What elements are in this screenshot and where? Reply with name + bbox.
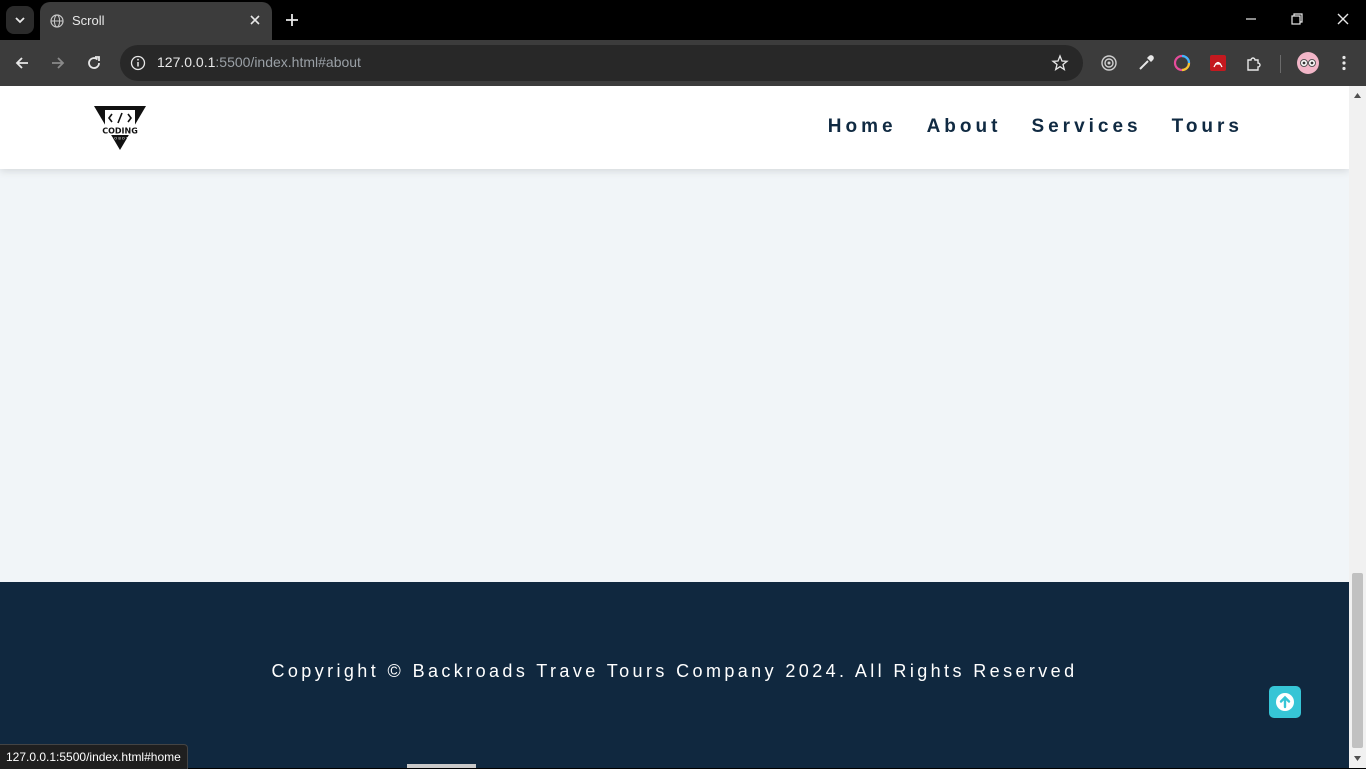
nav-link-tours[interactable]: Tours xyxy=(1172,116,1243,138)
tab-title: Scroll xyxy=(72,13,105,28)
nav-link-home[interactable]: Home xyxy=(828,116,897,138)
url-text[interactable]: 127.0.0.1:5500/index.html#about xyxy=(157,54,361,70)
coding-robot-logo[interactable]: CODING ROBOT xyxy=(92,104,148,152)
star-icon[interactable] xyxy=(1051,54,1069,72)
window-close-icon[interactable] xyxy=(1336,12,1350,26)
scroll-up-arrow-icon[interactable] xyxy=(1353,91,1362,100)
color-picker-extension-icon[interactable] xyxy=(1173,54,1191,72)
page-viewport: CODING ROBOT Home About Services Tours C… xyxy=(0,86,1349,768)
active-tab[interactable]: Scroll xyxy=(40,2,272,40)
plus-icon[interactable] xyxy=(284,12,300,28)
logo-text-main: CODING xyxy=(102,127,138,136)
chevron-down-icon xyxy=(15,17,25,24)
url-host: 127.0.0.1 xyxy=(157,54,216,70)
address-bar[interactable]: 127.0.0.1:5500/index.html#about xyxy=(120,45,1083,81)
tab-strip: Scroll xyxy=(0,0,1366,40)
kebab-menu-icon[interactable] xyxy=(1335,54,1353,72)
logo-text-sub: ROBOT xyxy=(111,137,130,141)
forward-arrow-icon[interactable] xyxy=(49,54,67,72)
avatar-glasses-icon xyxy=(1300,59,1316,67)
horizontal-scrollbar-thumb[interactable] xyxy=(407,764,476,768)
tab-search-button[interactable] xyxy=(6,6,34,34)
toolbar-separator xyxy=(1280,55,1281,73)
radar-extension-icon[interactable] xyxy=(1100,54,1118,72)
back-arrow-icon[interactable] xyxy=(13,54,31,72)
vertical-scrollbar[interactable] xyxy=(1349,86,1366,768)
nav-link-services[interactable]: Services xyxy=(1031,116,1141,138)
restore-icon[interactable] xyxy=(1290,12,1304,26)
site-footer: Copyright © Backroads Trave Tours Compan… xyxy=(0,582,1349,768)
nav-link-about[interactable]: About xyxy=(927,116,1002,138)
globe-icon xyxy=(50,14,64,28)
eyedropper-icon[interactable] xyxy=(1137,54,1155,72)
puzzle-icon[interactable] xyxy=(1245,54,1263,72)
reload-icon[interactable] xyxy=(85,54,103,72)
arrow-up-icon xyxy=(1276,693,1294,711)
url-path: :5500/index.html#about xyxy=(215,54,361,70)
link-status-bubble: 127.0.0.1:5500/index.html#home xyxy=(0,744,188,769)
copyright-text: Copyright © Backroads Trave Tours Compan… xyxy=(271,661,1078,681)
nav-links: Home About Services Tours xyxy=(828,116,1243,138)
site-navbar: CODING ROBOT Home About Services Tours xyxy=(0,86,1349,169)
browser-toolbar: 127.0.0.1:5500/index.html#about xyxy=(0,40,1366,86)
close-icon[interactable] xyxy=(248,13,262,27)
profile-avatar[interactable] xyxy=(1297,52,1319,74)
scroll-to-top-button[interactable] xyxy=(1269,686,1301,718)
info-icon[interactable] xyxy=(130,55,146,71)
scrollbar-thumb[interactable] xyxy=(1352,573,1363,748)
pdf-extension-icon[interactable] xyxy=(1209,54,1227,72)
scroll-down-arrow-icon[interactable] xyxy=(1353,754,1362,763)
minimize-icon[interactable] xyxy=(1244,12,1258,26)
